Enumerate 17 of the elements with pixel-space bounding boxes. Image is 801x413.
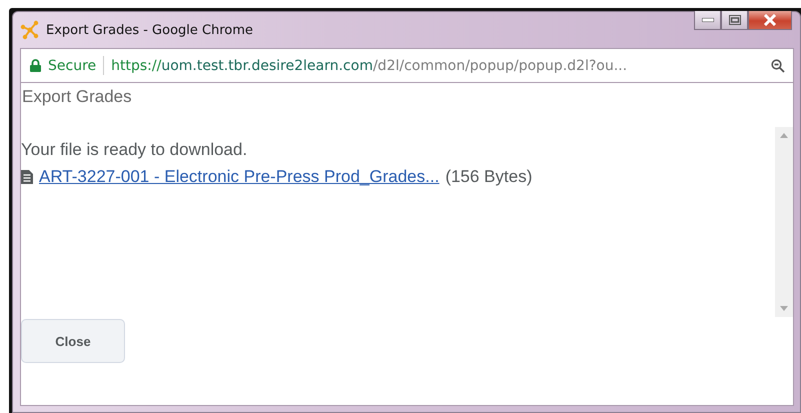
close-button[interactable] (748, 11, 792, 30)
close-icon (763, 14, 777, 26)
minimize-button[interactable] (694, 11, 721, 30)
close-button[interactable]: Close (21, 319, 125, 363)
lock-icon (30, 59, 41, 72)
zoom-out-icon[interactable] (771, 58, 785, 72)
status-message: Your file is ready to download. (21, 140, 248, 160)
file-download-link[interactable]: ART-3227-001 - Electronic Pre-Press Prod_Grades... (39, 167, 440, 187)
maximize-icon (728, 15, 740, 25)
address-url[interactable]: https://uom.test.tbr.desire2learn.com/d2l/common/popup/popup.d2l?ou... (111, 58, 764, 74)
page-heading: Export Grades (21, 86, 133, 107)
file-size: (156 Bytes) (445, 167, 532, 187)
security-label: Secure (48, 58, 96, 74)
app-logo-icon (20, 20, 40, 40)
maximize-button[interactable] (721, 11, 748, 30)
minimize-icon (702, 18, 714, 22)
window-title: Export Grades - Google Chrome (46, 22, 254, 38)
